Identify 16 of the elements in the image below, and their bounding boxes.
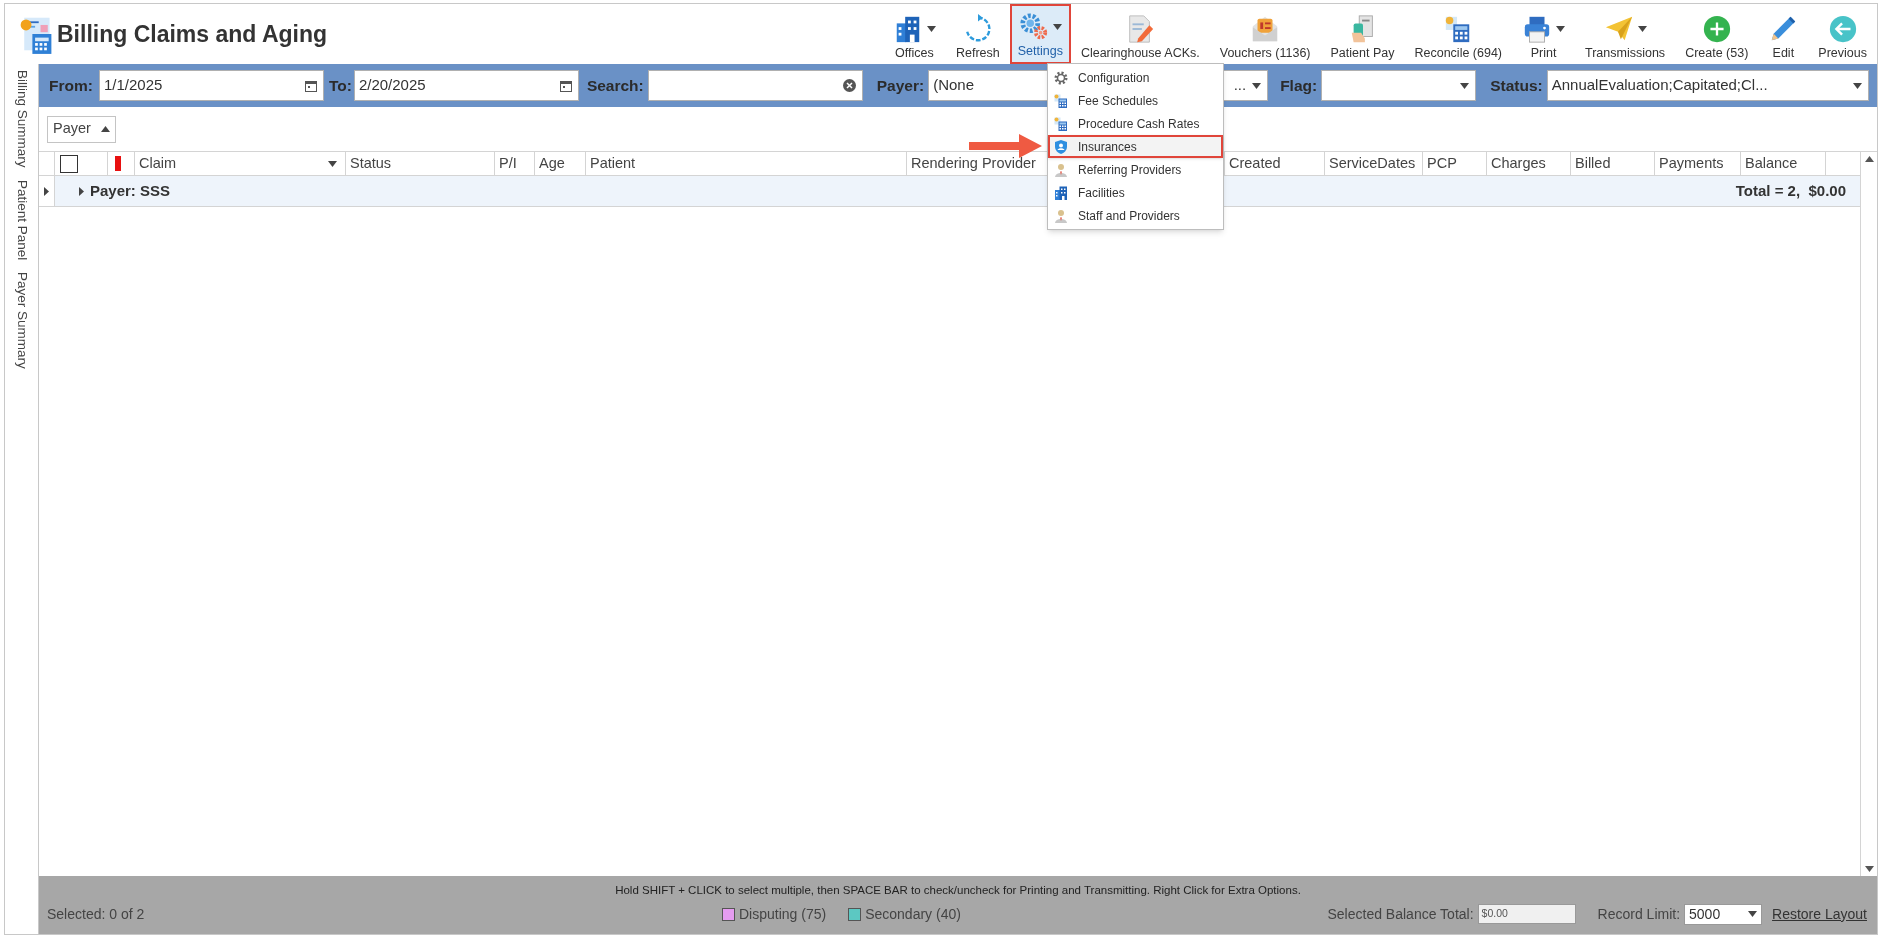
field-label: Record Limit: <box>1597 904 1681 924</box>
field-label: Status: <box>1490 75 1543 96</box>
field-label: From: <box>49 75 93 96</box>
group-label: Payer: SSS <box>90 180 171 201</box>
field-label: To: <box>328 75 352 96</box>
hint-text: Hold SHIFT + CLICK to select multiple, then SPACE BAR to check/uncheck for Printing and Transmitting. Right Click for Extra Options. <box>614 883 1302 898</box>
window-title: Billing Claims and Aging <box>57 19 328 49</box>
field-label: Selected Balance Total: <box>1327 904 1474 924</box>
field-label: Flag: <box>1280 75 1318 96</box>
selection-count: Selected: 0 of 2 <box>47 904 146 924</box>
balance-field: $0.00 <box>1477 904 1576 924</box>
legend-label: Disputing (75) <box>739 904 827 924</box>
field-label: Payer: <box>876 75 925 96</box>
group-total: Total = 2, $0.00 <box>1735 180 1846 201</box>
legend-label: Secondary (40) <box>865 904 961 924</box>
field-label: Search: <box>586 75 644 96</box>
